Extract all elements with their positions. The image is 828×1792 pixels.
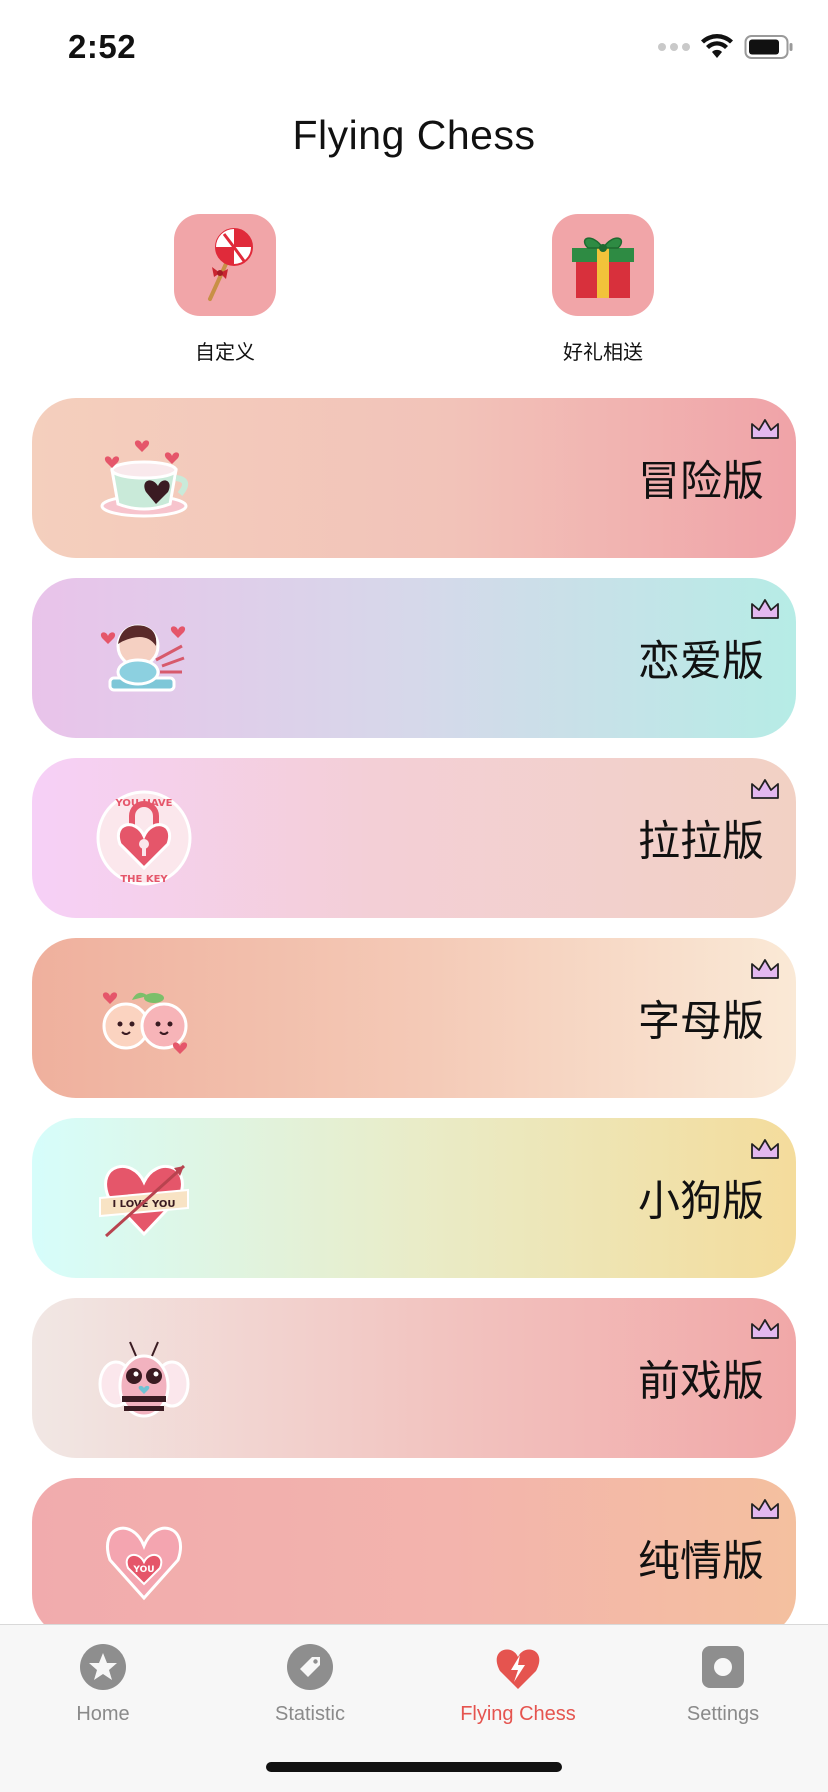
wifi-icon xyxy=(701,34,733,58)
cupid-boy-sticker xyxy=(100,624,186,692)
card-label: 字母版 xyxy=(637,996,764,1046)
crown-icon xyxy=(751,1319,779,1339)
crown-icon xyxy=(751,959,779,979)
settings-icon xyxy=(702,1646,744,1688)
home-indicator[interactable] xyxy=(266,1762,562,1772)
custom-label: 自定义 xyxy=(195,340,255,364)
cellular-signal-icon xyxy=(658,43,690,51)
tab-settings-label: Settings xyxy=(686,1703,760,1725)
lollipop-icon xyxy=(208,228,253,301)
tab-home-label: Home xyxy=(76,1703,130,1725)
tab-flying-chess-label: Flying Chess xyxy=(460,1703,576,1725)
svg-text:YOU: YOU xyxy=(132,1565,154,1575)
card-lala[interactable]: YOU HAVE THE KEY 拉拉版 xyxy=(32,758,796,918)
love-heart-banner-sticker: I LOVE YOU xyxy=(99,1164,189,1238)
card-label: 小狗版 xyxy=(637,1176,764,1226)
star-icon xyxy=(80,1644,126,1690)
card-label: 拉拉版 xyxy=(637,816,764,866)
card-foreplay[interactable]: 前戏版 xyxy=(32,1298,796,1458)
status-bar: 2:52 xyxy=(0,0,828,100)
svg-text:YOU HAVE: YOU HAVE xyxy=(115,798,173,809)
card-puppy[interactable]: I LOVE YOU 小狗版 xyxy=(32,1118,796,1278)
gift-box-icon xyxy=(572,237,634,298)
love-bee-sticker xyxy=(98,1341,190,1418)
game-mode-list: 冒险版 恋爱版 YOU HAVE THE KEY 拉拉版 字母版 I LOVE … xyxy=(32,398,796,1658)
tab-statistic-label: Statistic xyxy=(274,1703,346,1725)
gift-label: 好礼相送 xyxy=(563,340,643,364)
custom-tile[interactable] xyxy=(174,214,276,316)
card-label: 恋爱版 xyxy=(637,636,764,686)
custom-button[interactable]: 自定义 xyxy=(160,214,290,365)
tag-icon xyxy=(287,1644,333,1690)
tab-home[interactable]: Home xyxy=(28,1643,178,1726)
crown-icon xyxy=(751,779,779,799)
status-time: 2:52 xyxy=(68,28,137,65)
card-label: 前戏版 xyxy=(637,1356,764,1406)
page-title: Flying Chess xyxy=(292,112,536,158)
crown-icon xyxy=(751,1499,779,1519)
card-letter[interactable]: 字母版 xyxy=(32,938,796,1098)
gift-button[interactable]: 好礼相送 xyxy=(538,214,668,365)
crown-icon xyxy=(751,419,779,439)
card-adventure[interactable]: 冒险版 xyxy=(32,398,796,558)
card-pure-love[interactable]: YOU 纯情版 xyxy=(32,1478,796,1638)
battery-icon xyxy=(744,35,793,59)
gift-tile[interactable] xyxy=(552,214,654,316)
card-label: 纯情版 xyxy=(637,1536,764,1586)
heart-lock-sticker: YOU HAVE THE KEY xyxy=(96,790,192,886)
heart-hands-sticker: YOU xyxy=(106,1526,182,1601)
heart-bolt-icon xyxy=(496,1649,540,1689)
crown-icon xyxy=(751,599,779,619)
crown-icon xyxy=(751,1139,779,1159)
card-label: 冒险版 xyxy=(637,456,764,506)
peach-couple-sticker xyxy=(102,992,188,1054)
status-indicators xyxy=(658,34,794,60)
svg-text:THE KEY: THE KEY xyxy=(120,874,168,885)
tab-flying-chess[interactable]: Flying Chess xyxy=(443,1643,593,1726)
tab-settings[interactable]: Settings xyxy=(648,1643,798,1726)
card-love[interactable]: 恋爱版 xyxy=(32,578,796,738)
teacup-heart-sticker xyxy=(100,440,189,518)
tab-statistic[interactable]: Statistic xyxy=(235,1643,385,1726)
